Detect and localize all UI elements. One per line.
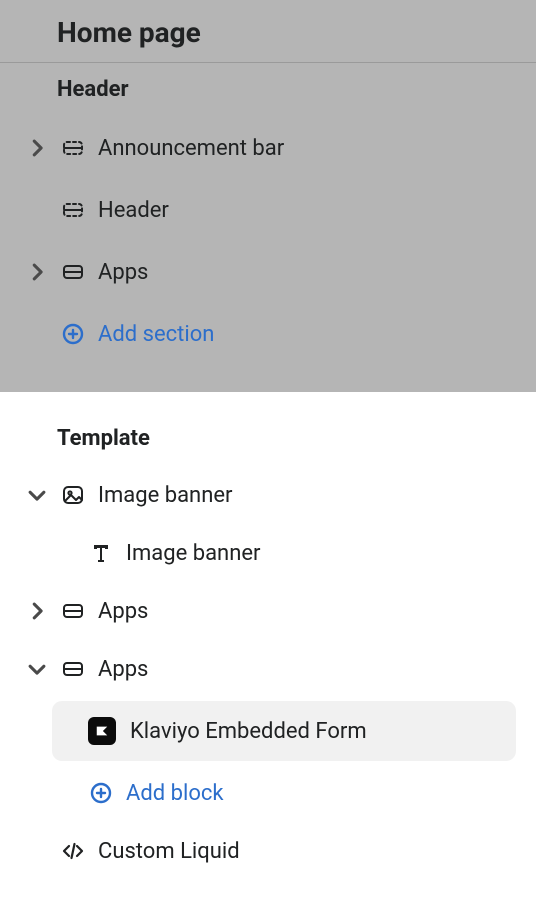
section-row-announcement-bar[interactable]: Announcement bar	[0, 122, 536, 174]
section-label: Apps	[98, 657, 148, 682]
chevron-right-icon[interactable]	[26, 137, 48, 159]
section-row-apps-expanded[interactable]: Apps	[0, 643, 536, 695]
code-icon	[60, 838, 86, 864]
add-block-button[interactable]: Add block	[0, 767, 536, 819]
section-label: Apps	[98, 599, 148, 624]
block-row-image-banner-text[interactable]: Image banner	[0, 527, 536, 579]
add-section-button[interactable]: Add section	[0, 308, 536, 360]
section-dashed-icon	[60, 197, 86, 223]
block-label: Klaviyo Embedded Form	[130, 719, 367, 744]
chevron-right-icon[interactable]	[26, 261, 48, 283]
header-group-label: Header	[0, 63, 536, 112]
section-label: Custom Liquid	[98, 839, 240, 864]
page-title: Home page	[0, 0, 536, 63]
section-solid-icon	[60, 598, 86, 624]
section-row-header[interactable]: Header	[0, 184, 536, 236]
section-row-custom-liquid[interactable]: Custom Liquid	[0, 825, 536, 877]
add-section-label: Add section	[98, 322, 214, 347]
template-group-panel: Template Image banner Image banner Apps	[0, 392, 536, 877]
chevron-right-icon[interactable]	[26, 600, 48, 622]
section-row-apps-collapsed[interactable]: Apps	[0, 585, 536, 637]
section-label: Header	[98, 198, 169, 223]
header-group-panel: Home page Header Announcement bar Header…	[0, 0, 536, 392]
section-label: Apps	[98, 260, 148, 285]
block-row-klaviyo-embedded-form[interactable]: Klaviyo Embedded Form	[52, 701, 516, 761]
klaviyo-app-icon	[88, 717, 116, 745]
section-solid-icon	[60, 656, 86, 682]
section-dashed-icon	[60, 135, 86, 161]
plus-circle-icon	[60, 321, 86, 347]
section-label: Announcement bar	[98, 136, 284, 161]
template-group-label: Template	[0, 404, 536, 463]
text-icon	[88, 540, 114, 566]
image-icon	[60, 482, 86, 508]
section-solid-icon	[60, 259, 86, 285]
add-block-label: Add block	[126, 781, 224, 806]
section-row-apps-header[interactable]: Apps	[0, 246, 536, 298]
plus-circle-icon	[88, 780, 114, 806]
chevron-down-icon[interactable]	[26, 658, 48, 680]
block-label: Image banner	[126, 541, 260, 566]
chevron-down-icon[interactable]	[26, 484, 48, 506]
section-label: Image banner	[98, 483, 232, 508]
section-row-image-banner[interactable]: Image banner	[0, 469, 536, 521]
